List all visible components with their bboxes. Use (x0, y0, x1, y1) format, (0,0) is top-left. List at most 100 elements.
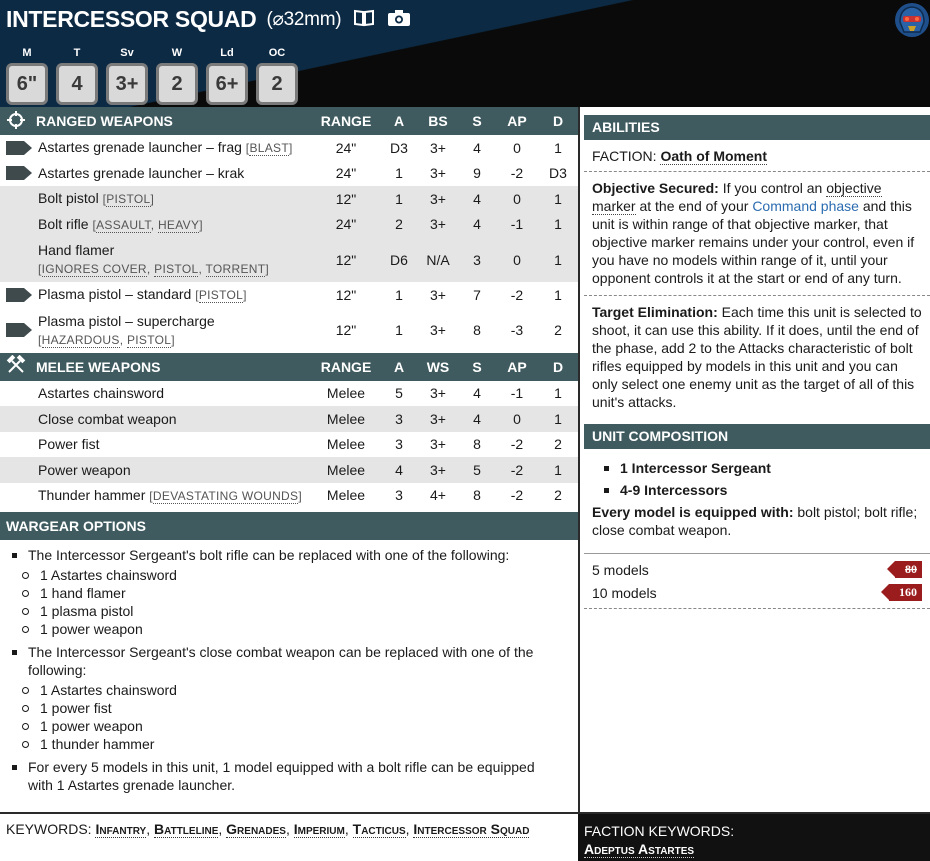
weapon-range: Melee (312, 457, 380, 483)
weapon-keyword[interactable]: DEVASTATING WOUNDS (152, 488, 299, 504)
weapon-attacks: 3 (395, 487, 403, 504)
weapon-skill: 4+ (430, 487, 446, 504)
weapon-keyword[interactable]: IGNORES COVER (41, 262, 147, 277)
weapon-range: 12" (312, 237, 380, 282)
book-icon[interactable] (353, 6, 375, 33)
equipped-with: Every model is equipped with: bolt pisto… (592, 504, 918, 538)
weapon-keyword[interactable]: ASSAULT (96, 217, 151, 233)
weapon-attacks: 1 (395, 322, 403, 338)
points-label: 10 models (592, 584, 657, 601)
oath-of-moment-link[interactable]: Oath of Moment (660, 148, 767, 165)
keyword[interactable]: Grenades (226, 821, 286, 838)
weapon-range: 24" (335, 139, 357, 156)
weapon-range: 12" (335, 286, 357, 303)
weapon-keyword[interactable]: PISTOL (154, 262, 199, 277)
keyword[interactable]: Imperium (293, 821, 345, 838)
weapon-strength: 8 (473, 436, 481, 453)
weapon-name: Bolt rifle (38, 215, 89, 232)
points-row: 5 models 80 (584, 558, 930, 581)
weapon-name: Astartes grenade launcher – frag (38, 139, 242, 156)
weapon-name: Hand flamer (38, 242, 115, 258)
weapon-row: Plasma pistol – supercharge [HAZARDOUS, P… (0, 308, 578, 353)
weapon-strength: 7 (473, 286, 481, 303)
weapons-panel: RANGED WEAPONS RANGE A BS S AP D Astarte… (0, 107, 578, 799)
stat-label: W (171, 47, 183, 59)
weapon-damage: D3 (549, 165, 567, 182)
wargear-choice: 1 Astartes chainsword (12, 566, 578, 584)
keyword[interactable]: Infantry (95, 821, 147, 838)
weapon-keyword[interactable]: HAZARDOUS (41, 332, 120, 348)
weapon-keyword[interactable]: TORRENT (205, 262, 266, 277)
keyword[interactable]: Battleline (154, 821, 219, 838)
points-list: 5 models 80 10 models 160 (584, 553, 930, 604)
weapon-attacks: 4 (380, 457, 418, 483)
col-d: D (552, 113, 564, 129)
weapon-damage: 2 (554, 487, 562, 504)
weapon-ap: 0 (496, 237, 538, 282)
weapon-keywords: [IGNORES COVER, PISTOL, TORRENT] (38, 262, 270, 277)
weapon-strength: 8 (473, 322, 481, 338)
command-phase-link[interactable]: Command phase (752, 198, 859, 214)
weapon-ap: -2 (510, 165, 524, 182)
weapon-range: 24" (335, 165, 357, 182)
wargear-choice: 1 hand flamer (12, 584, 578, 602)
column-divider (578, 107, 580, 861)
weapon-ap: 0 (513, 139, 521, 156)
camera-icon[interactable] (387, 6, 411, 33)
stat-sv: Sv 3+ (102, 46, 152, 105)
weapon-skill: 3+ (418, 211, 458, 237)
weapon-keyword[interactable]: HEAVY (157, 217, 200, 233)
weapon-name: Thunder hammer (38, 486, 146, 503)
stat-value: 3+ (106, 63, 148, 105)
faction-helmet-icon (894, 2, 930, 38)
stat-line: M 6" T 4 Sv 3+ W 2 Ld 6+ OC 2 (2, 46, 302, 105)
crosshair-icon (6, 110, 26, 133)
weapon-row: Bolt pistol [PISTOL] 12" 1 3+ 4 0 1 (0, 186, 578, 212)
weapon-attacks: D3 (390, 139, 408, 156)
faction-keywords: FACTION KEYWORDS: Adeptus Astartes (578, 814, 930, 861)
wargear-choice: 1 Astartes chainsword (12, 681, 578, 699)
stat-label: OC (268, 47, 286, 59)
wargear-choice: 1 plasma pistol (12, 602, 578, 620)
weapon-row: Bolt rifle [ASSAULT, HEAVY] 24" 2 3+ 4 -… (0, 211, 578, 237)
unit-header: INTERCESSOR SQUAD (⌀32mm) M 6" T 4 Sv 3+ W (0, 0, 930, 107)
weapon-damage: 2 (554, 322, 562, 338)
weapon-keywords: [DEVASTATING WOUNDS] (149, 488, 302, 504)
crossed-hammers-icon (6, 354, 26, 378)
weapon-keyword[interactable]: PISTOL (198, 288, 244, 304)
weapon-skill: 3+ (430, 385, 446, 402)
weapon-damage: 2 (554, 436, 562, 453)
weapon-keyword[interactable]: PISTOL (126, 332, 172, 348)
wargear-options-header: WARGEAR OPTIONS (0, 512, 578, 540)
keyword[interactable]: Tacticus (352, 821, 406, 838)
weapon-range: Melee (326, 436, 366, 453)
points-label: 5 models (592, 561, 649, 578)
col-bs: BS (428, 113, 448, 129)
weapon-strength: 9 (473, 165, 481, 182)
weapon-ap: -1 (510, 385, 524, 402)
weapon-name: Power fist (38, 436, 100, 453)
weapon-keyword[interactable]: PISTOL (106, 192, 151, 208)
weapons-table: RANGED WEAPONS RANGE A BS S AP D Astarte… (0, 107, 578, 508)
weapon-keyword[interactable]: BLAST (249, 141, 289, 157)
arrow-icon (6, 323, 32, 337)
weapon-ap: -2 (510, 436, 524, 453)
stat-label: T (73, 47, 81, 59)
stat-value: 2 (256, 63, 298, 105)
stat-label: Ld (220, 47, 234, 59)
faction-keyword-adeptus-astartes[interactable]: Adeptus Astartes (584, 841, 695, 858)
weapon-row: Astartes chainsword Melee 5 3+ 4 -1 1 (0, 381, 578, 407)
wargear-option: The Intercessor Sergeant's bolt rifle ca… (12, 546, 578, 564)
col-a: A (393, 358, 405, 375)
keyword[interactable]: Intercessor Squad (413, 821, 530, 838)
weapon-damage: 1 (538, 457, 578, 483)
weapon-row: Astartes grenade launcher – krak 24" 1 3… (0, 161, 578, 187)
weapon-row: Hand flamer [IGNORES COVER, PISTOL, TORRE… (0, 237, 578, 282)
weapon-skill: N/A (418, 237, 458, 282)
keywords: KEYWORDS: Infantry, Battleline, Grenades… (6, 821, 530, 838)
stat-value: 4 (56, 63, 98, 105)
weapon-damage: 1 (538, 186, 578, 212)
col-s: S (472, 358, 482, 375)
weapon-attacks: 1 (395, 165, 403, 182)
arrow-icon (6, 287, 32, 302)
